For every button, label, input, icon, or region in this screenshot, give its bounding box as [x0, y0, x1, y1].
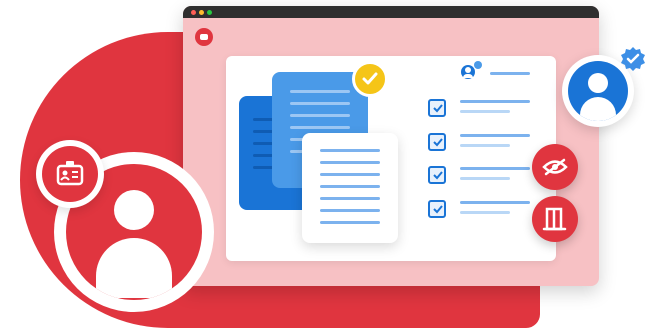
list-item-line — [460, 211, 510, 214]
list-item-line — [460, 134, 530, 137]
window-minimize-dot[interactable] — [199, 10, 204, 15]
hide-button[interactable] — [532, 144, 578, 190]
user-mini-icon — [461, 65, 475, 79]
check-icon — [352, 61, 388, 97]
list-item-line — [460, 167, 530, 170]
id-card-icon — [42, 146, 98, 202]
window-maximize-dot[interactable] — [207, 10, 212, 15]
list-item-line — [460, 144, 510, 147]
checkbox-checked-icon[interactable] — [428, 99, 446, 117]
list-item-line — [460, 177, 510, 180]
exit-button[interactable] — [532, 196, 578, 242]
id-card-badge — [36, 140, 104, 208]
checkbox-checked-icon[interactable] — [428, 166, 446, 184]
document-front — [302, 133, 398, 243]
list-item-line — [460, 100, 530, 103]
window-close-dot[interactable] — [191, 10, 196, 15]
checkbox-checked-icon[interactable] — [428, 200, 446, 218]
door-exit-icon — [542, 207, 567, 231]
verified-badge-icon — [620, 46, 646, 72]
eye-off-icon — [542, 158, 568, 176]
user-icon — [568, 61, 628, 121]
list-item-line — [460, 110, 510, 113]
checkbox-checked-icon[interactable] — [428, 133, 446, 151]
verified-mini-icon — [474, 61, 482, 69]
window-titlebar — [183, 6, 599, 18]
list-item-line — [460, 201, 530, 204]
video-icon — [195, 28, 213, 46]
header-bar — [490, 72, 530, 75]
